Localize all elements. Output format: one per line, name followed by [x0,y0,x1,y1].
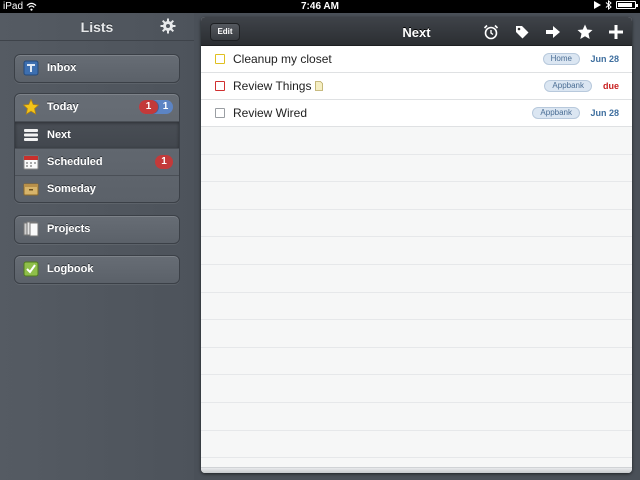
task-tag: Home [542,53,580,65]
empty-row [201,293,632,321]
empty-row [201,403,632,431]
play-icon [594,1,601,9]
sidebar-item-label: Someday [47,183,96,195]
sidebar: Lists Inbox Today 1 1 Next Scheduled 1 S… [0,13,194,480]
status-right [594,0,638,10]
scheduled-badge-due: 1 [155,155,173,169]
sidebar-item-label: Inbox [47,62,77,74]
task-tag: Appbank [532,107,580,119]
task-title: Review Wired [233,106,308,120]
page-edge [201,467,632,473]
toolbar: Edit Next [201,17,632,46]
empty-row [201,127,632,155]
status-bar: iPad 7:46 AM [0,0,640,13]
focus-group: Today 1 1 Next Scheduled 1 Someday [14,93,180,203]
task-checkbox[interactable] [215,108,225,118]
task-checkbox[interactable] [215,81,225,91]
sidebar-item-label: Scheduled [47,156,103,168]
task-date: Jun 28 [590,108,619,118]
status-time: 7:46 AM [301,1,339,12]
sidebar-header: Lists [0,13,194,41]
page-title: Next [402,25,431,40]
projects-group: Projects [14,215,180,244]
sidebar-item-someday[interactable]: Someday [15,175,179,202]
empty-row [201,210,632,238]
tag-icon[interactable] [514,24,530,40]
battery-icon [616,1,638,9]
empty-row [201,237,632,265]
task-row[interactable]: Review Things Appbank due [201,73,632,100]
empty-row [201,320,632,348]
inbox-group: Inbox [14,54,180,83]
star-icon [23,99,39,115]
next-list-icon [24,129,38,141]
sidebar-item-label: Today [47,101,79,113]
task-title: Review Things [233,79,312,93]
sidebar-item-inbox[interactable]: Inbox [15,55,179,82]
empty-row [201,155,632,183]
logbook-icon [23,261,39,277]
task-row[interactable]: Review Wired Appbank Jun 28 [201,100,632,127]
move-arrow-icon[interactable] [545,24,561,40]
sidebar-item-label: Logbook [47,263,94,275]
sidebar-item-projects[interactable]: Projects [15,216,179,243]
alarm-icon[interactable] [483,24,499,40]
task-checkbox[interactable] [215,54,225,64]
task-date: Jun 28 [590,54,619,64]
today-badge-count-label: 1 [162,101,169,112]
empty-row [201,182,632,210]
task-title: Cleanup my closet [233,52,332,66]
box-icon [23,183,39,196]
task-date: due [602,81,619,91]
add-icon[interactable] [608,24,624,40]
sidebar-item-today[interactable]: Today 1 1 [15,94,179,121]
logbook-group: Logbook [14,255,180,284]
empty-row [201,265,632,293]
calendar-icon [23,155,39,170]
empty-row [201,348,632,376]
today-badge-due: 1 [139,100,158,114]
sidebar-item-label: Next [47,129,71,141]
projects-icon [23,221,39,237]
note-icon [315,81,323,91]
sidebar-item-label: Projects [47,223,91,235]
task-list: Cleanup my closet Home Jun 28 Review Thi… [201,46,632,459]
empty-row [201,431,632,459]
sidebar-item-logbook[interactable]: Logbook [15,256,179,283]
task-tag: Appbank [544,80,592,92]
task-row[interactable]: Cleanup my closet Home Jun 28 [201,46,632,73]
gear-icon[interactable] [160,18,176,34]
sidebar-item-scheduled[interactable]: Scheduled 1 [15,148,179,175]
sidebar-item-next[interactable]: Next [15,121,179,148]
bluetooth-icon [605,0,612,10]
star-icon[interactable] [577,24,593,40]
inbox-icon [23,60,39,76]
task-list-panel: Edit Next Cleanup my closet Home Jun 28 [201,17,632,473]
empty-row [201,375,632,403]
edit-button[interactable]: Edit [210,23,240,41]
